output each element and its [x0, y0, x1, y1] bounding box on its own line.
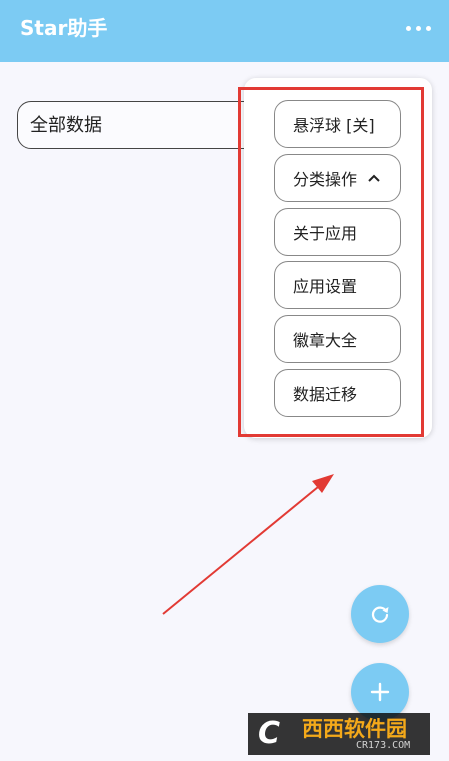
- refresh-button[interactable]: [351, 585, 409, 643]
- category-operations-button[interactable]: 分类操作: [274, 154, 401, 202]
- menu-item-label: 分类操作: [293, 170, 358, 189]
- watermark-site: CR173.COM: [356, 740, 411, 751]
- about-app-button[interactable]: 关于应用: [274, 208, 401, 256]
- more-dot: [415, 25, 421, 31]
- site-watermark: C 西西软件园 CR173.COM: [248, 713, 430, 755]
- app-title: Star助手: [20, 16, 108, 40]
- overflow-menu: 悬浮球 [关] 分类操作 关于应用 应用设置 徽章大全 数据迁移: [244, 78, 432, 438]
- more-dot: [425, 25, 431, 31]
- category-filter-chip[interactable]: 全部数据: [17, 101, 277, 149]
- watermark-logo-icon: C: [258, 716, 281, 751]
- menu-item-label: 关于应用: [293, 224, 358, 243]
- badges-button[interactable]: 徽章大全: [274, 315, 401, 363]
- menu-item-label: 徽章大全: [293, 331, 358, 350]
- chevron-up-icon: [368, 174, 380, 182]
- menu-item-label: 应用设置: [293, 277, 358, 296]
- more-horizontal-icon: [405, 25, 411, 31]
- data-migration-button[interactable]: 数据迁移: [274, 369, 401, 417]
- menu-item-label: 悬浮球 [关]: [293, 116, 375, 135]
- menu-item-label: 数据迁移: [293, 385, 358, 404]
- app-header: Star助手: [0, 0, 449, 62]
- floating-ball-toggle[interactable]: 悬浮球 [关]: [274, 100, 401, 148]
- more-menu-button[interactable]: [401, 14, 435, 42]
- watermark-text: 西西软件园: [302, 717, 407, 741]
- refresh-icon: [371, 606, 389, 623]
- app-settings-button[interactable]: 应用设置: [274, 261, 401, 309]
- plus-icon: [370, 682, 390, 702]
